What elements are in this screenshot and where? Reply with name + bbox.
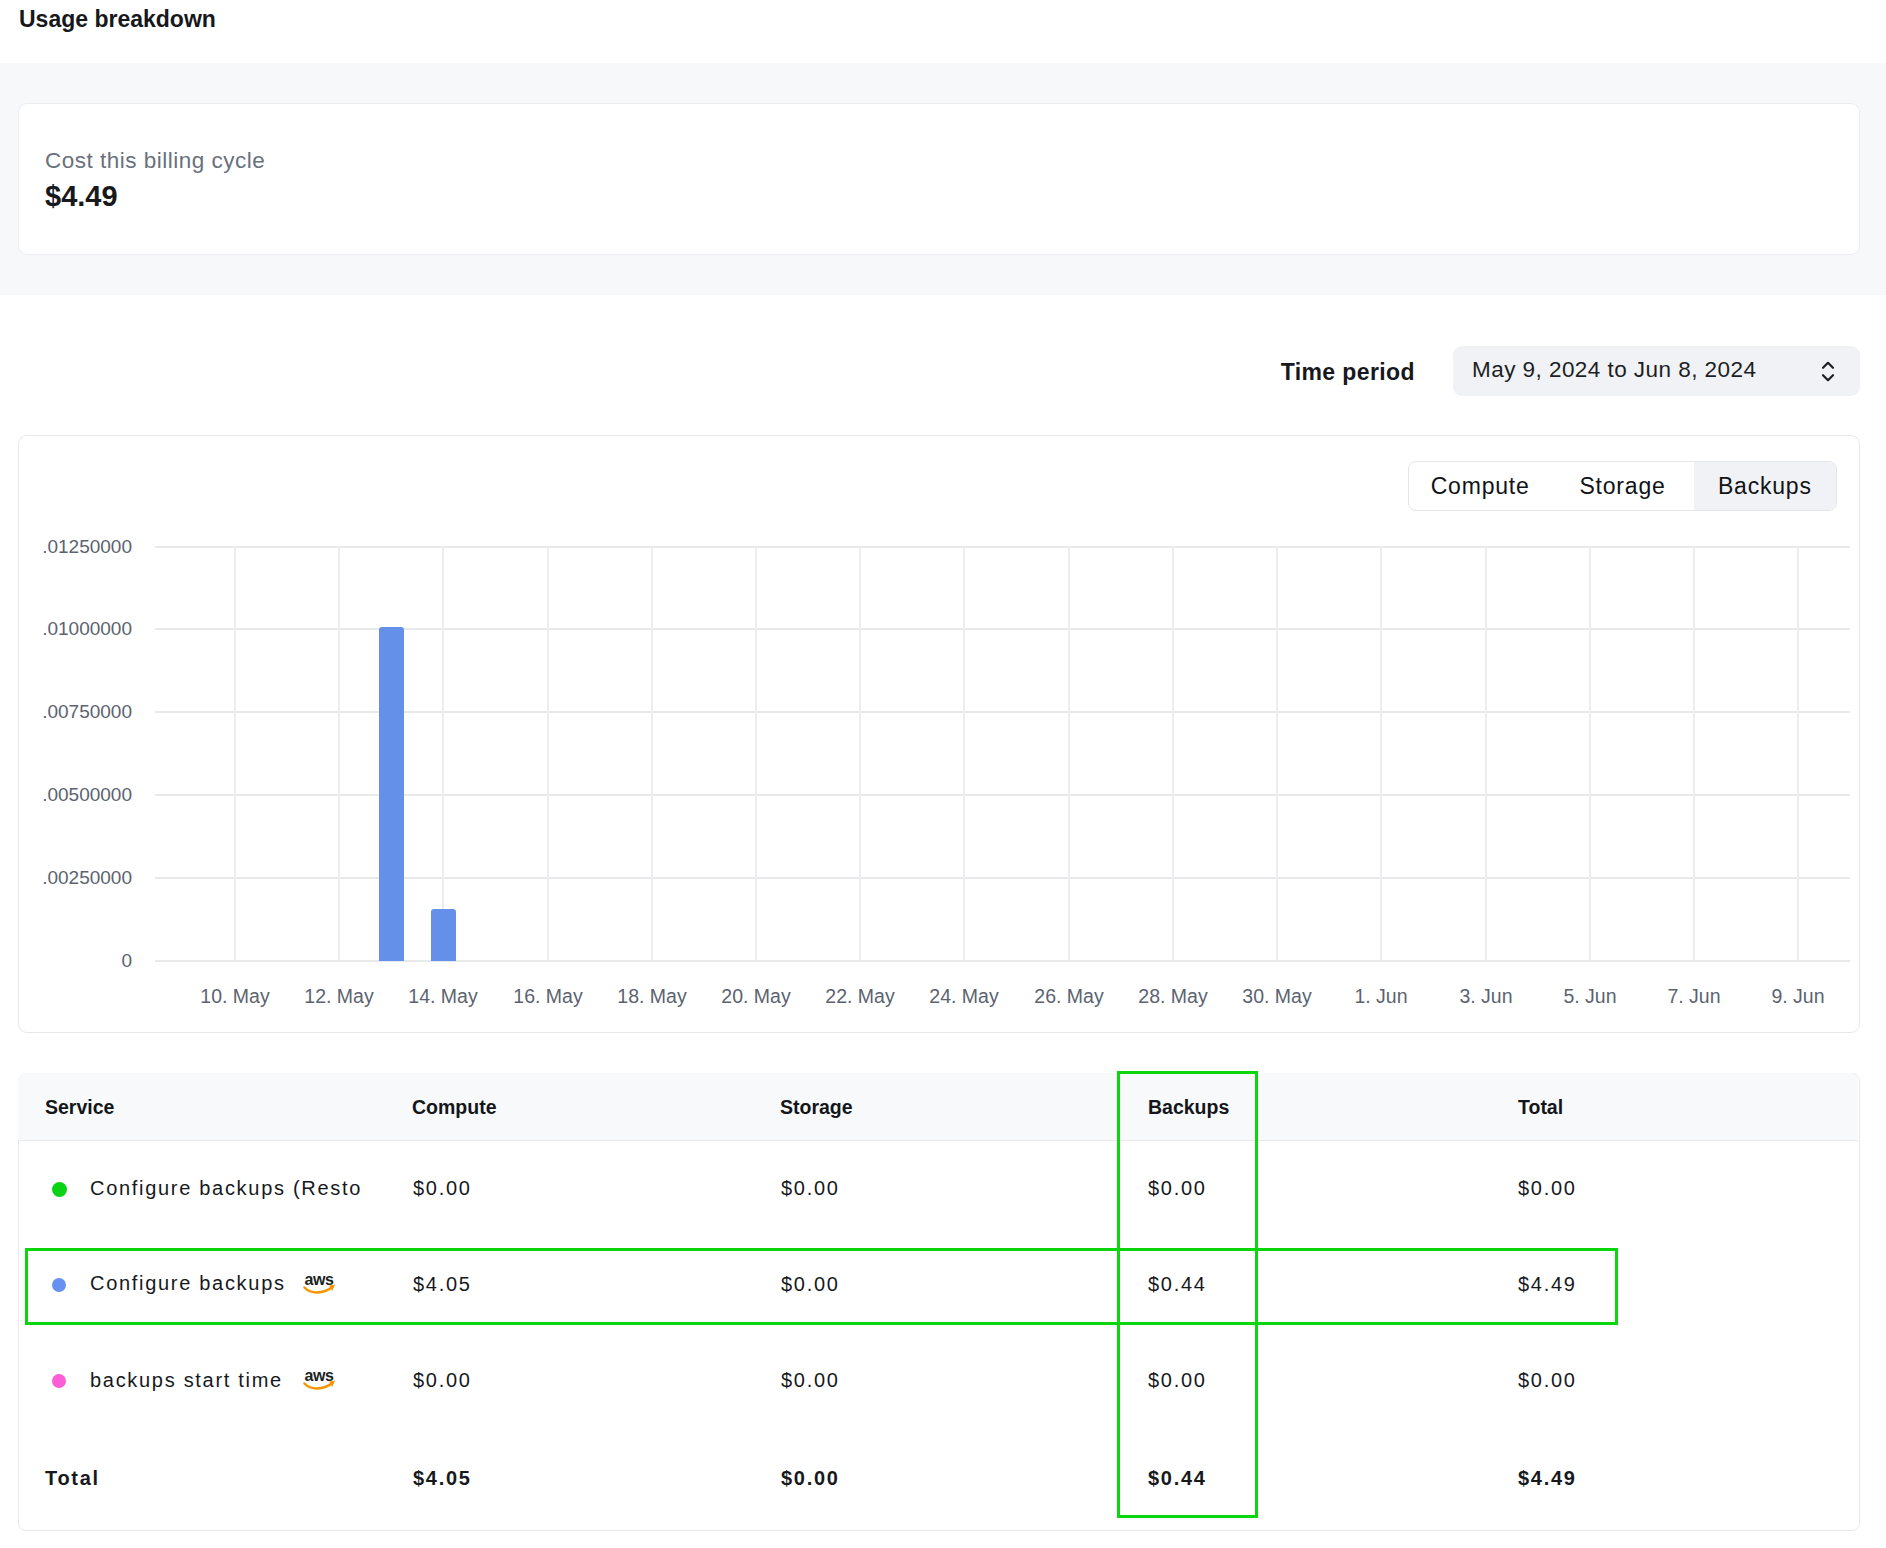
svg-text:aws: aws	[304, 1367, 334, 1384]
